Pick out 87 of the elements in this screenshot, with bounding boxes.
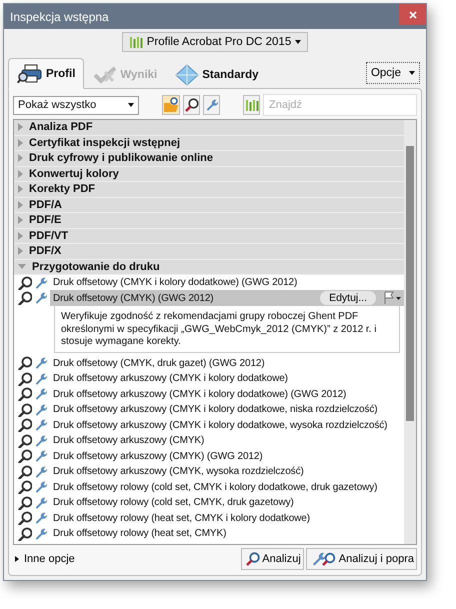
expander-icon[interactable] <box>18 264 26 270</box>
profile-description: Weryfikuje zgodność z rekomendacjami grupy roboczej Ghent PDF określonymi w specyfikacji „GWG_WebCmyk_2012 (CMYK)” z 2012 r. i stosuje wymagane korekty. <box>54 306 400 352</box>
more-options-toggle[interactable]: Inne opcje <box>13 553 75 565</box>
caret-icon <box>409 71 415 75</box>
magnifier-icon[interactable] <box>18 372 32 386</box>
profile-name[interactable]: Druk offsetowy rolowy (cold set, CMYK, druk gazetowy) <box>50 496 297 510</box>
search-field[interactable]: Znajdź <box>263 94 417 116</box>
profiles-filter-button[interactable] <box>162 95 180 115</box>
window-title: Inspekcja wstępna <box>10 10 109 24</box>
profile-name[interactable]: Druk offsetowy (CMYK i kolory dodatkowe) (GWG 2012) <box>50 276 300 290</box>
category-label: Druk cyfrowy i publikowanie online <box>29 152 213 164</box>
close-button[interactable] <box>399 4 426 25</box>
wrench-icon <box>204 98 219 112</box>
magnifier-icon[interactable] <box>18 291 32 306</box>
expander-icon[interactable] <box>18 154 23 162</box>
profile-name[interactable]: Druk offsetowy rolowy (heat set, CMYK i kolory dodatkowe) <box>50 512 313 525</box>
library-button[interactable] <box>243 95 260 115</box>
profile-name[interactable]: Druk offsetowy arkuszowy (CMYK i kolory dodatkowe, niska rozdzielczość) <box>50 403 380 416</box>
category-label: PDF/E <box>29 214 62 226</box>
printer-magnifier-icon <box>17 64 43 84</box>
category-row[interactable]: Konwertuj kolory <box>14 166 404 182</box>
category-row[interactable]: PDF/E <box>14 213 404 228</box>
profile-name[interactable]: Druk offsetowy (CMYK, druk gazet) (GWG 2012) <box>50 356 268 370</box>
caret-icon <box>295 40 302 44</box>
category-row[interactable]: Certyfikat inspekcji wstępnej <box>14 136 404 151</box>
filter-dropdown[interactable]: Pokaż wszystko <box>13 96 140 114</box>
search-button[interactable] <box>183 95 200 115</box>
category-row[interactable]: Przygotowanie do druku <box>14 260 404 275</box>
magnifier-icon[interactable] <box>18 418 32 432</box>
tab[interactable]: Profil <box>8 58 84 89</box>
wrench-magnifier-icon <box>310 552 337 566</box>
magnifier-icon[interactable] <box>18 496 32 510</box>
category-label: PDF/A <box>29 198 62 211</box>
magnifier-icon[interactable] <box>18 434 32 448</box>
bars-icon <box>128 35 143 49</box>
caret-icon <box>128 103 134 107</box>
profile-name[interactable]: Druk offsetowy arkuszowy (CMYK) <box>50 434 208 448</box>
diamond-icon <box>175 64 200 86</box>
profile-name[interactable]: Druk offsetowy arkuszowy (CMYK i kolory dodatkowe) (GWG 2012) <box>50 388 350 401</box>
category-label: Korekty PDF <box>29 183 96 196</box>
category-row[interactable]: Analiza PDF <box>14 120 404 136</box>
category-row[interactable]: PDF/VT <box>14 228 404 244</box>
bars-icon <box>244 98 259 112</box>
scrollbar-thumb[interactable] <box>406 146 414 421</box>
category-label: Przygotowanie do druku <box>32 260 160 273</box>
profile-name[interactable]: Druk offsetowy arkuszowy (CMYK i kolory dodatkowe, wysoka rozdzielczość) <box>50 418 390 432</box>
category-row[interactable]: PDF/X <box>14 244 404 260</box>
flag-dropdown-icon[interactable] <box>382 291 402 306</box>
expander-icon[interactable] <box>18 123 23 132</box>
category-label: Certyfikat inspekcji wstępnej <box>29 136 180 149</box>
category-row[interactable]: Druk cyfrowy i publikowanie online <box>14 151 404 166</box>
folder-magnifier-icon <box>163 97 180 113</box>
magnifier-icon[interactable] <box>18 276 32 290</box>
analyze-button[interactable]: Analizuj i popra <box>306 548 417 570</box>
analyze-button[interactable]: Analizuj <box>241 548 304 570</box>
category-row[interactable]: PDF/A <box>14 198 404 213</box>
category-row[interactable]: Korekty PDF <box>14 182 404 198</box>
magnifier-icon[interactable] <box>18 511 32 526</box>
edit-button[interactable]: Edytuj... <box>320 291 376 306</box>
magnifier-icon[interactable] <box>18 464 32 479</box>
expander-icon[interactable] <box>18 216 23 224</box>
magnifier-icon[interactable] <box>18 402 32 417</box>
tab[interactable]: Standardy <box>166 61 268 88</box>
magnifier-icon[interactable] <box>18 480 32 494</box>
search-icon <box>184 98 199 112</box>
close-icon <box>408 10 416 18</box>
category-label: PDF/VT <box>29 230 68 242</box>
options-button[interactable]: Opcje <box>366 62 420 84</box>
category-label: PDF/X <box>29 245 62 258</box>
magnifier-icon[interactable] <box>18 526 32 541</box>
profile-library-dropdown[interactable]: Profile Acrobat Pro DC 2015 <box>122 32 308 52</box>
category-label: Konwertuj kolory <box>29 168 119 180</box>
category-label: Analiza PDF <box>29 121 93 134</box>
profile-name[interactable]: Druk offsetowy arkuszowy (CMYK i kolory dodatkowe) <box>50 372 291 386</box>
profile-name[interactable]: Druk offsetowy arkuszowy (CMYK, wysoka rozdzielczość) <box>50 465 307 478</box>
magnifier-icon <box>246 552 260 566</box>
magnifier-icon[interactable] <box>18 387 32 402</box>
selected-profile-row[interactable]: Druk offsetowy (CMYK) (GWG 2012) Edytuj... <box>50 290 404 306</box>
profile-name[interactable]: Druk offsetowy arkuszowy (CMYK) (GWG 2012) <box>50 450 266 463</box>
profile-name[interactable]: Druk offsetowy rolowy (cold set, CMYK i kolory dodatkowe, druk gazetowy) <box>50 480 380 494</box>
profile-name[interactable]: Druk offsetowy rolowy (heat set, CMYK) <box>50 527 230 540</box>
expander-icon[interactable] <box>18 247 23 256</box>
expander-icon[interactable] <box>18 185 23 194</box>
checkmark-cross-icon <box>93 66 118 84</box>
magnifier-icon[interactable] <box>18 356 32 370</box>
profile-name: Druk offsetowy (CMYK) (GWG 2012) <box>52 292 215 305</box>
magnifier-icon[interactable] <box>18 449 32 464</box>
